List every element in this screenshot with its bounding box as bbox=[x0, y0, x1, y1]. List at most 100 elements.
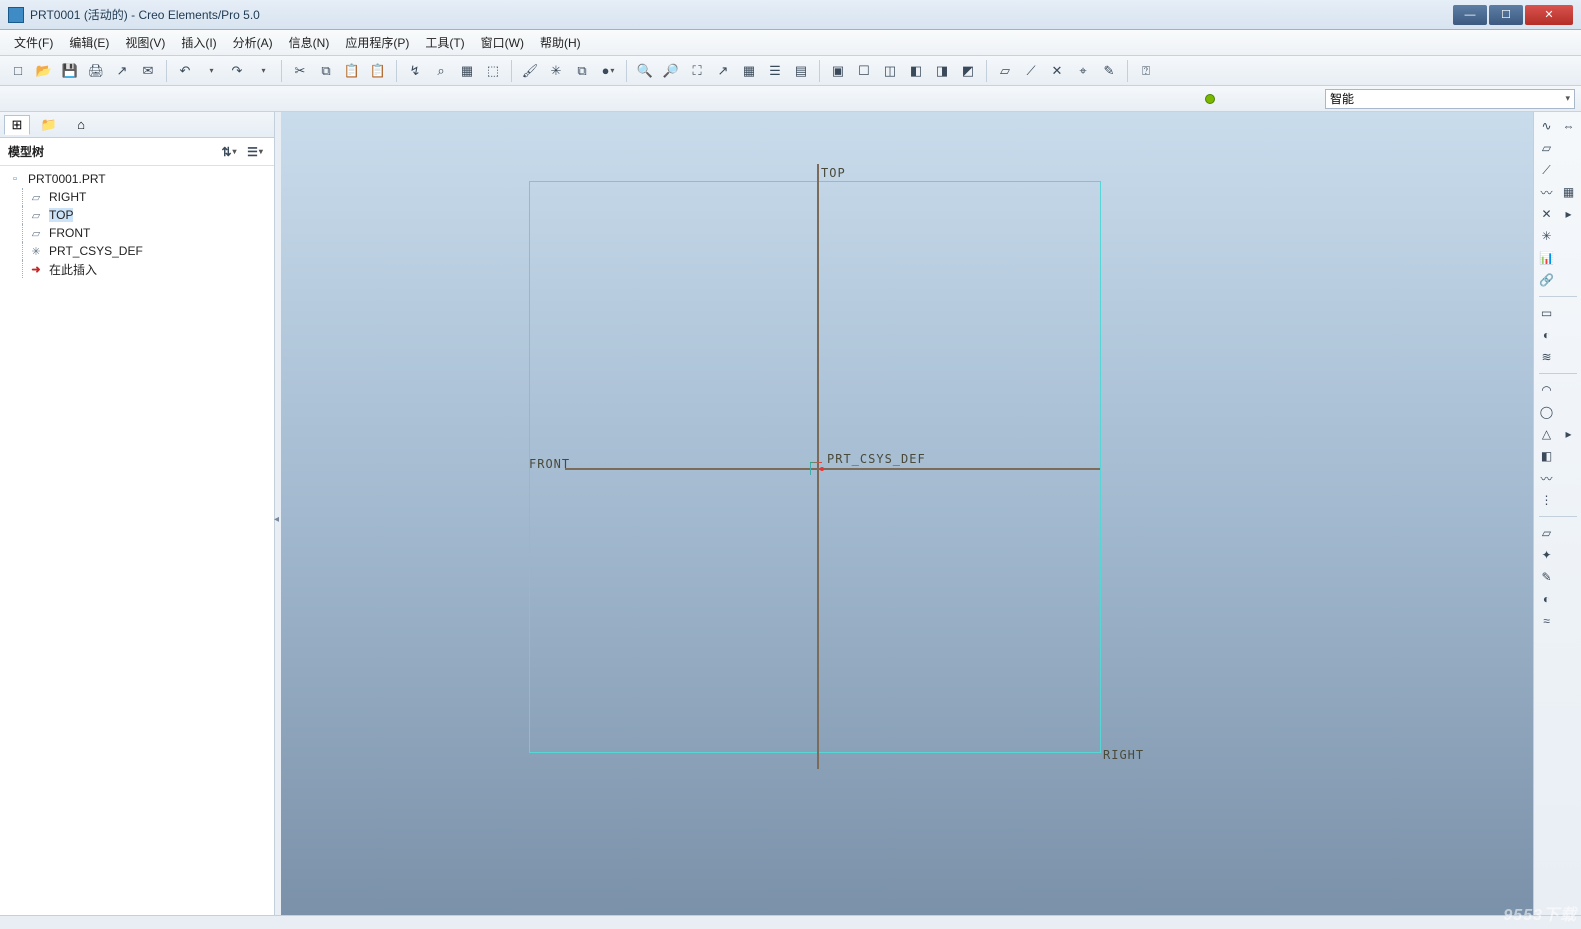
tree-root[interactable]: ▫PRT0001.PRT bbox=[2, 170, 272, 188]
sketch-line-button[interactable]: ∿ bbox=[1537, 116, 1557, 136]
mail-button[interactable]: ✉ bbox=[136, 59, 160, 83]
menu-文件f[interactable]: 文件(F) bbox=[6, 30, 61, 55]
curve-button[interactable]: 〰 bbox=[1537, 182, 1557, 202]
zoom-out-button[interactable]: 🔎 bbox=[659, 59, 683, 83]
analysis-button[interactable]: 📊 bbox=[1537, 248, 1557, 268]
menu-工具t[interactable]: 工具(T) bbox=[417, 30, 472, 55]
model-player-button[interactable]: ▦ bbox=[455, 59, 479, 83]
point-button[interactable]: ✕ bbox=[1537, 204, 1557, 224]
cascade-button[interactable]: ◨ bbox=[930, 59, 954, 83]
open-file-button[interactable]: 📂 bbox=[32, 59, 56, 83]
graphics-canvas[interactable]: TOP FRONT RIGHT PRT_CSYS_DEF bbox=[281, 112, 1533, 915]
spin-center-button[interactable]: ✳ bbox=[544, 59, 568, 83]
print-button[interactable]: 🖨 bbox=[84, 59, 108, 83]
close-window-button[interactable]: ☐ bbox=[852, 59, 876, 83]
help-pointer-button[interactable]: ⍰ bbox=[1134, 59, 1158, 83]
menu-视图v[interactable]: 视图(V) bbox=[117, 30, 173, 55]
export-button[interactable]: ↗ bbox=[110, 59, 134, 83]
find-button[interactable]: ⌕ bbox=[429, 59, 453, 83]
filter-icon[interactable]: ⇅ bbox=[218, 142, 240, 162]
zoom-in-button[interactable]: 🔍 bbox=[633, 59, 657, 83]
reorient-button[interactable]: ↗ bbox=[711, 59, 735, 83]
undo-drop-button[interactable] bbox=[199, 59, 223, 83]
datum-axis-button[interactable]: ⟋ bbox=[1019, 59, 1043, 83]
paste-button[interactable]: 📋 bbox=[340, 59, 364, 83]
tree-header: 模型树 ⇅☰ bbox=[0, 138, 274, 166]
mirror-button[interactable]: ⇔ bbox=[1559, 116, 1579, 136]
tie-button[interactable]: 🔗 bbox=[1537, 270, 1557, 290]
model-display-button[interactable]: ◩ bbox=[956, 59, 980, 83]
tree-item-datum-front[interactable]: ▱FRONT bbox=[2, 224, 272, 242]
menu-应用程序p[interactable]: 应用程序(P) bbox=[337, 30, 417, 55]
rib-button[interactable]: 〰 bbox=[1537, 468, 1557, 488]
maximize-button[interactable]: ☐ bbox=[1489, 5, 1523, 25]
menu-编辑e[interactable]: 编辑(E) bbox=[61, 30, 117, 55]
minimize-button[interactable]: — bbox=[1453, 5, 1487, 25]
style-button[interactable]: ✎ bbox=[1537, 567, 1557, 587]
menu-窗口w[interactable]: 窗口(W) bbox=[473, 30, 532, 55]
repaint-button[interactable]: 🖌 bbox=[518, 59, 542, 83]
menu-插入i[interactable]: 插入(I) bbox=[173, 30, 224, 55]
new-window-button[interactable]: ◫ bbox=[878, 59, 902, 83]
tree-item-datum-csys[interactable]: ✳PRT_CSYS_DEF bbox=[2, 242, 272, 260]
folder-browser-tab[interactable]: 📁 bbox=[36, 115, 62, 135]
tree-item-datum-right[interactable]: ▱RIGHT bbox=[2, 188, 272, 206]
tree-item-datum-top[interactable]: ▱TOP bbox=[2, 206, 272, 224]
tree-item-insert-here[interactable]: ➜在此插入 bbox=[2, 260, 272, 278]
revolve-button[interactable]: ◐ bbox=[1537, 325, 1557, 345]
hole-button[interactable]: ◯ bbox=[1537, 402, 1557, 422]
part-icon: ▫ bbox=[6, 173, 24, 185]
toolbar-separator bbox=[281, 60, 282, 82]
annotation-button[interactable]: ✎ bbox=[1097, 59, 1121, 83]
copy-geom-button[interactable]: ▱ bbox=[1537, 523, 1557, 543]
smart-filter-select[interactable]: 智能 bbox=[1325, 89, 1575, 109]
plane-button[interactable]: ▱ bbox=[1537, 138, 1557, 158]
render-button[interactable]: ◐ bbox=[1537, 589, 1557, 609]
pattern-button[interactable]: ⋮ bbox=[1537, 490, 1557, 510]
regenerate-button[interactable]: ↯ bbox=[403, 59, 427, 83]
shell-button[interactable]: ◧ bbox=[1537, 446, 1557, 466]
close-button[interactable]: ✕ bbox=[1525, 5, 1573, 25]
publish-button[interactable]: ✦ bbox=[1537, 545, 1557, 565]
csys-button[interactable]: ✳ bbox=[1537, 226, 1557, 246]
named-views-button[interactable]: ⧉ bbox=[570, 59, 594, 83]
label-csys: PRT_CSYS_DEF bbox=[827, 452, 926, 466]
window-activate-button[interactable]: ▣ bbox=[826, 59, 850, 83]
settings-icon[interactable]: ☰ bbox=[244, 142, 266, 162]
layers-button[interactable]: ☰ bbox=[763, 59, 787, 83]
datum-plane-button[interactable]: ▱ bbox=[993, 59, 1017, 83]
bottom-scrollbar[interactable] bbox=[0, 915, 1581, 929]
model-tree-tab[interactable]: ⊞ bbox=[4, 115, 30, 135]
redo-drop-button[interactable] bbox=[251, 59, 275, 83]
menu-帮助h[interactable]: 帮助(H) bbox=[532, 30, 589, 55]
cut-button[interactable]: ✂ bbox=[288, 59, 312, 83]
redo-button[interactable]: ↷ bbox=[225, 59, 249, 83]
menu-信息n[interactable]: 信息(N) bbox=[281, 30, 338, 55]
paste-special-button[interactable]: 📋 bbox=[366, 59, 390, 83]
extrude-button[interactable]: ▭ bbox=[1537, 303, 1557, 323]
model-tree[interactable]: ▫PRT0001.PRT▱RIGHT▱TOP▱FRONT✳PRT_CSYS_DE… bbox=[0, 166, 274, 915]
save-file-button[interactable]: 💾 bbox=[58, 59, 82, 83]
datum-csys-button[interactable]: ⌖ bbox=[1071, 59, 1095, 83]
empty-slot bbox=[1559, 270, 1579, 290]
zoom-fit-button[interactable]: ⛶ bbox=[685, 59, 709, 83]
draft-button[interactable]: △ bbox=[1537, 424, 1557, 444]
view-manager-button[interactable]: ▤ bbox=[789, 59, 813, 83]
select-box-button[interactable]: ⬚ bbox=[481, 59, 505, 83]
tile-button[interactable]: ◧ bbox=[904, 59, 928, 83]
datum-point-button[interactable]: ✕ bbox=[1045, 59, 1069, 83]
saved-views-button[interactable]: ▦ bbox=[737, 59, 761, 83]
round-button[interactable]: ◠ bbox=[1537, 380, 1557, 400]
undo-button[interactable]: ↶ bbox=[173, 59, 197, 83]
copy-button[interactable]: ⧉ bbox=[314, 59, 338, 83]
sweep-button[interactable]: ≋ bbox=[1537, 347, 1557, 367]
draft-drop-button[interactable]: ▸ bbox=[1559, 424, 1579, 444]
point-drop-button[interactable]: ▸ bbox=[1559, 204, 1579, 224]
table-button[interactable]: ▦ bbox=[1559, 182, 1579, 202]
favorites-tab[interactable]: ⌂ bbox=[68, 115, 94, 135]
new-file-button[interactable]: □ bbox=[6, 59, 30, 83]
shade-drop-button[interactable]: ● bbox=[596, 59, 620, 83]
menu-分析a[interactable]: 分析(A) bbox=[225, 30, 281, 55]
axis-button[interactable]: ⟋ bbox=[1537, 160, 1557, 180]
warp-button[interactable]: ≈ bbox=[1537, 611, 1557, 631]
